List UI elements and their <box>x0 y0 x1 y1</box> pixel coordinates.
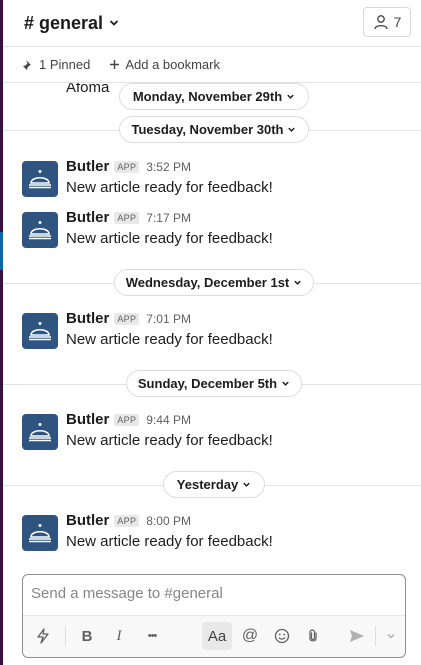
bell-icon <box>29 524 51 543</box>
toolbar-separator <box>375 626 376 646</box>
message-text: New article ready for feedback! <box>66 230 273 247</box>
message-timestamp[interactable]: 9:44 PM <box>146 413 191 427</box>
message-sender[interactable]: Butler <box>66 411 109 428</box>
message-timestamp[interactable]: 7:17 PM <box>146 211 191 225</box>
bell-icon <box>29 170 51 189</box>
chevron-down-icon <box>294 280 301 285</box>
date-divider-button[interactable]: Tuesday, November 30th <box>119 116 309 143</box>
pinned-label: 1 Pinned <box>39 57 91 72</box>
message-composer: B I ••• Aa @ <box>22 574 406 658</box>
date-divider-button[interactable]: Wednesday, December 1st <box>114 269 314 296</box>
message-timestamp[interactable]: 3:52 PM <box>146 160 191 174</box>
channel-header: # general 7 <box>3 0 421 47</box>
message-item[interactable]: Butler APP 8:00 PM New article ready for… <box>3 512 421 556</box>
message-sender[interactable]: Butler <box>66 512 109 529</box>
message-text: New article ready for feedback! <box>66 533 273 550</box>
attach-button[interactable] <box>299 622 327 650</box>
date-label: Sunday, December 5th <box>137 376 278 391</box>
message-timestamp[interactable]: 7:01 PM <box>146 312 191 326</box>
date-divider-button[interactable]: Yesterday <box>163 471 265 498</box>
message-timestamp[interactable]: 8:00 PM <box>146 514 191 528</box>
lightning-icon <box>37 628 49 644</box>
bell-icon <box>29 322 51 341</box>
person-icon <box>373 15 388 30</box>
emoji-icon <box>274 628 290 644</box>
date-divider-button[interactable]: Sunday, December 5th <box>126 370 302 397</box>
chevron-down-icon <box>282 381 289 386</box>
app-badge: APP <box>114 514 140 527</box>
add-bookmark-button[interactable]: Add a bookmark <box>109 57 220 72</box>
message-sender[interactable]: Butler <box>66 310 109 327</box>
message-item[interactable]: Butler APP 7:17 PM New article ready for… <box>3 209 421 253</box>
pinned-items-button[interactable]: 1 Pinned <box>22 57 90 72</box>
bookmarks-bar: 1 Pinned Add a bookmark <box>3 47 421 83</box>
composer-toolbar: B I ••• Aa @ <box>23 615 405 657</box>
date-label: Yesterday <box>176 477 239 492</box>
channel-name: # general <box>24 12 104 33</box>
member-count: 7 <box>393 14 402 30</box>
avatar[interactable] <box>22 161 58 197</box>
date-label: Wednesday, December 1st <box>125 275 290 290</box>
app-badge: APP <box>114 312 140 325</box>
message-text: New article ready for feedback! <box>66 179 273 196</box>
avatar[interactable] <box>22 313 58 349</box>
partial-message-sender: Afoma <box>66 83 110 96</box>
add-bookmark-label: Add a bookmark <box>125 57 220 72</box>
message-input[interactable] <box>31 585 391 602</box>
shortcuts-button[interactable] <box>29 622 57 650</box>
send-button[interactable] <box>343 622 371 650</box>
bell-icon <box>29 221 51 240</box>
app-badge: APP <box>114 211 140 224</box>
message-list[interactable]: Afoma Monday, November 29th Tuesday, Nov… <box>3 83 421 571</box>
date-label: Monday, November 29th <box>132 89 283 104</box>
chevron-down-icon <box>387 634 395 639</box>
mention-button[interactable]: @ <box>236 622 264 650</box>
message-text: New article ready for feedback! <box>66 432 273 449</box>
italic-button[interactable]: I <box>105 622 133 650</box>
chevron-down-icon <box>110 20 118 26</box>
date-label: Tuesday, November 30th <box>131 122 284 137</box>
message-text: New article ready for feedback! <box>66 331 273 348</box>
avatar[interactable] <box>22 515 58 551</box>
channel-title-button[interactable]: # general <box>24 13 120 34</box>
avatar[interactable] <box>22 212 58 248</box>
chevron-down-icon <box>288 127 296 132</box>
emoji-button[interactable] <box>268 622 296 650</box>
chevron-down-icon <box>243 482 250 487</box>
send-options-button[interactable] <box>377 622 405 650</box>
formatting-toggle-button[interactable]: Aa <box>202 622 232 650</box>
toolbar-separator <box>65 626 66 646</box>
more-formatting-button[interactable]: ••• <box>138 622 166 650</box>
message-sender[interactable]: Butler <box>66 158 109 175</box>
message-item[interactable]: Butler APP 3:52 PM New article ready for… <box>3 158 421 202</box>
app-badge: APP <box>114 160 140 173</box>
send-icon <box>350 630 364 642</box>
pin-icon <box>23 59 31 70</box>
message-item[interactable]: Butler APP 7:01 PM New article ready for… <box>3 310 421 354</box>
message-sender[interactable]: Butler <box>66 209 109 226</box>
members-button[interactable]: 7 <box>363 7 411 37</box>
paperclip-icon <box>309 629 317 642</box>
bold-button[interactable]: B <box>73 622 101 650</box>
date-divider-button[interactable]: Monday, November 29th <box>119 83 309 110</box>
bell-icon <box>29 423 51 442</box>
app-badge: APP <box>114 413 140 426</box>
avatar[interactable] <box>22 414 58 450</box>
chevron-down-icon <box>287 94 294 99</box>
message-item[interactable]: Butler APP 9:44 PM New article ready for… <box>3 411 421 455</box>
plus-icon <box>110 60 120 69</box>
